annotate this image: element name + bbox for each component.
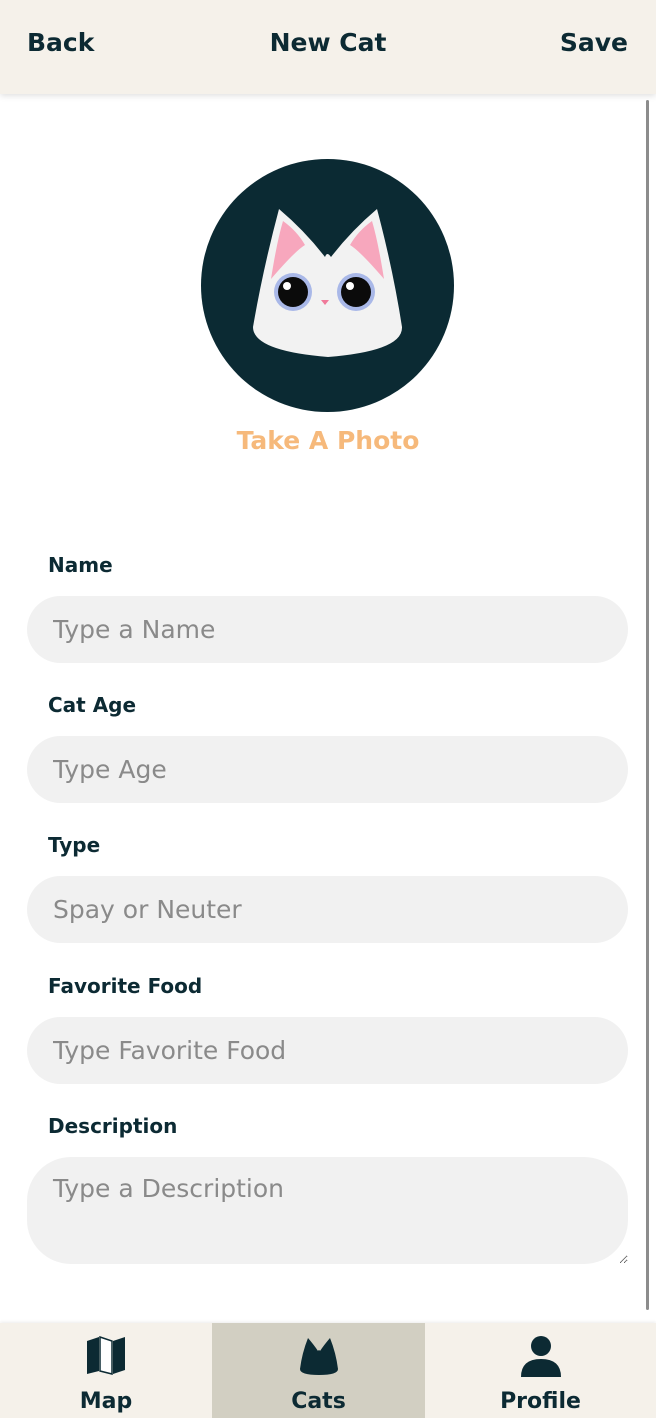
header-bar: Back New Cat Save (0, 0, 656, 94)
tab-profile-label: Profile (500, 1389, 581, 1414)
tab-cats[interactable]: Cats (212, 1323, 425, 1418)
tab-map-label: Map (79, 1389, 133, 1414)
tab-profile[interactable]: Profile (425, 1323, 656, 1418)
favorite-food-label: Favorite Food (48, 974, 203, 998)
cat-face-icon (253, 209, 403, 357)
scrollbar[interactable] (646, 100, 649, 1310)
person-icon (425, 1335, 656, 1381)
type-input[interactable] (27, 876, 628, 943)
cat-icon (212, 1335, 425, 1379)
favorite-food-input[interactable] (27, 1017, 628, 1084)
save-button[interactable]: Save (560, 28, 628, 57)
name-input[interactable] (27, 596, 628, 663)
type-label: Type (48, 833, 101, 857)
age-label: Cat Age (48, 693, 137, 717)
cat-avatar-placeholder[interactable] (201, 159, 454, 412)
tab-map[interactable]: Map (0, 1323, 212, 1418)
bottom-tab-bar: Map Cats Profile (0, 1323, 656, 1418)
description-label: Description (48, 1114, 178, 1138)
page-title: New Cat (269, 28, 387, 57)
description-textarea[interactable] (27, 1157, 628, 1264)
take-photo-button[interactable]: Take A Photo (0, 426, 656, 455)
tab-cats-label: Cats (291, 1389, 346, 1414)
map-icon (0, 1335, 212, 1379)
age-input[interactable] (27, 736, 628, 803)
name-label: Name (48, 553, 113, 577)
